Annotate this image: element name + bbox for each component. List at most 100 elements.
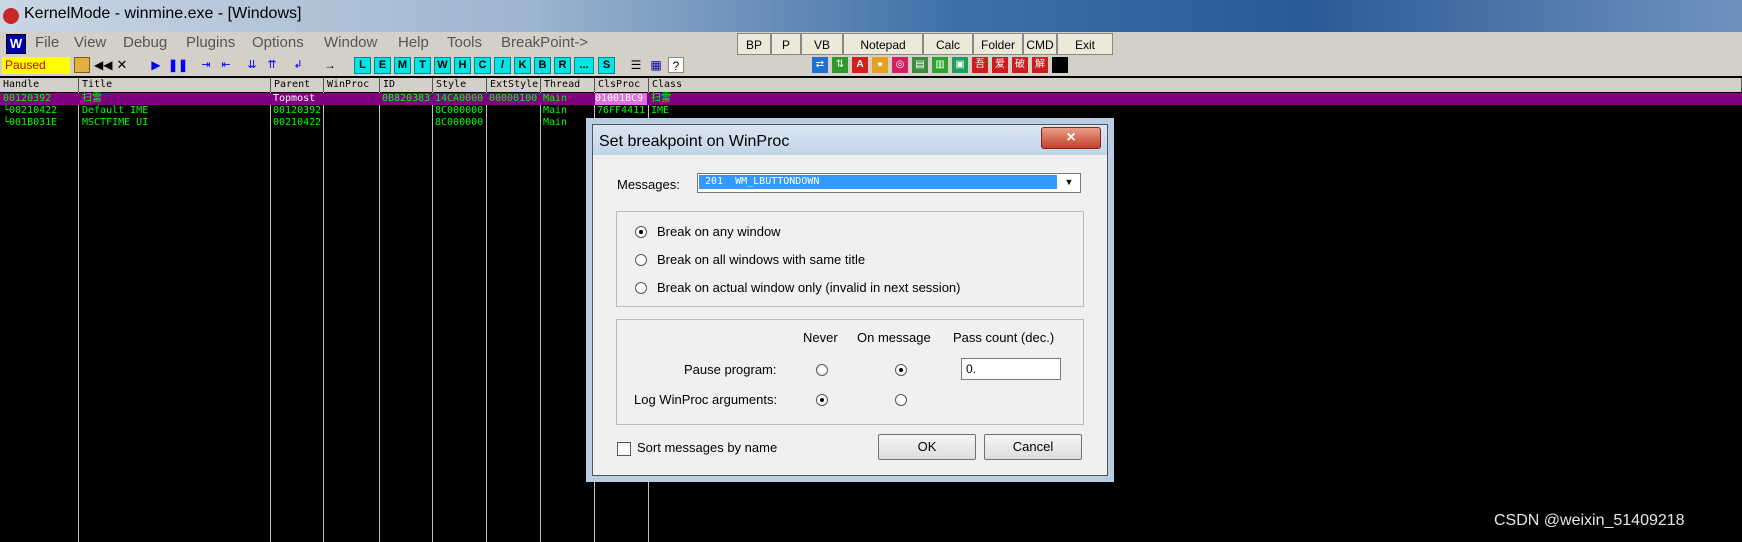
table-row-selected[interactable]: 00120392 扫雷 Topmost 0B820383 14CA0000 00… — [0, 93, 1742, 105]
status-indicator: Paused — [2, 57, 70, 74]
col-style-header[interactable]: Style — [433, 78, 487, 92]
call-stack-button[interactable]: K — [514, 57, 531, 74]
trace-into-icon[interactable]: ⇊ — [244, 57, 260, 73]
cmd-button[interactable]: CMD — [1023, 33, 1057, 55]
memory-map-button[interactable]: M — [394, 57, 411, 74]
rewind-icon[interactable]: ◀◀ — [94, 57, 112, 73]
help-icon[interactable]: ? — [668, 57, 684, 73]
col-title-header[interactable]: Title — [79, 78, 271, 92]
radio-actual-window[interactable] — [635, 282, 647, 294]
calc-button[interactable]: Calc — [923, 33, 973, 55]
trace-over-icon[interactable]: ⇈ — [264, 57, 280, 73]
messages-select[interactable]: 201 WM_LBUTTONDOWN ▼ — [697, 173, 1081, 193]
bp-button[interactable]: BP — [737, 33, 771, 55]
breakpoints-button[interactable]: B — [534, 57, 551, 74]
sort-icon[interactable]: ⇅ — [832, 57, 848, 73]
patches-button[interactable]: / — [494, 57, 511, 74]
target-icon[interactable]: ◎ — [892, 57, 908, 73]
calculator-icon[interactable]: ▤ — [912, 57, 928, 73]
log-on-message-radio[interactable] — [895, 394, 907, 406]
stop-icon[interactable]: ● — [872, 57, 888, 73]
windows-button[interactable]: W — [434, 57, 451, 74]
po-icon[interactable]: 破 — [1012, 57, 1028, 73]
col-id-header[interactable]: ID — [380, 78, 433, 92]
black-square-icon[interactable] — [1052, 57, 1068, 73]
menu-file[interactable]: File — [35, 34, 59, 51]
pause-on-message-radio[interactable] — [895, 364, 907, 376]
grid-icon[interactable]: ▦ — [648, 57, 664, 73]
ai-icon[interactable]: 爱 — [992, 57, 1008, 73]
a-icon[interactable]: A — [852, 57, 868, 73]
cell-class: IME — [651, 105, 670, 116]
col-clsproc-header[interactable]: ClsProc — [595, 78, 649, 92]
cancel-button[interactable]: Cancel — [984, 434, 1082, 460]
log-never-radio[interactable] — [816, 394, 828, 406]
wu-icon[interactable]: 吾 — [972, 57, 988, 73]
references-button[interactable]: R — [554, 57, 571, 74]
p-button[interactable]: P — [771, 33, 801, 55]
menu-tools[interactable]: Tools — [447, 34, 482, 51]
col-class-header[interactable]: Class — [649, 78, 1742, 92]
threads-button[interactable]: T — [414, 57, 431, 74]
radio-actual-window-label: Break on actual window only (invalid in … — [657, 280, 961, 295]
title-bar: KernelMode - winmine.exe - [Windows] — [0, 0, 1742, 32]
handles-button[interactable]: H — [454, 57, 471, 74]
menu-window[interactable]: Window — [324, 34, 377, 51]
col-winproc-header[interactable]: WinProc — [324, 78, 380, 92]
dialog-title: Set breakpoint on WinProc — [599, 133, 790, 150]
close-icon[interactable]: ✕ — [114, 57, 130, 73]
step-into-icon[interactable]: ⇥ — [198, 57, 214, 73]
vb-button[interactable]: VB — [801, 33, 843, 55]
panel-icon[interactable]: ▣ — [952, 57, 968, 73]
step-over-icon[interactable]: ⇤ — [218, 57, 234, 73]
table-icon[interactable]: ▥ — [932, 57, 948, 73]
list-icon[interactable]: ☰ — [628, 57, 644, 73]
cell-handle: └00210422 — [3, 105, 58, 116]
run-trace-button[interactable]: ... — [574, 57, 594, 74]
messages-label: Messages: — [617, 177, 680, 192]
column-divider — [323, 92, 324, 542]
notepad-button[interactable]: Notepad — [843, 33, 923, 55]
sort-messages-checkbox[interactable] — [617, 442, 631, 456]
log-button[interactable]: L — [354, 57, 371, 74]
col-thread-header[interactable]: Thread — [541, 78, 595, 92]
menu-plugins[interactable]: Plugins — [186, 34, 235, 51]
pause-never-radio[interactable] — [816, 364, 828, 376]
cpu-button[interactable]: C — [474, 57, 491, 74]
folder-button[interactable]: Folder — [973, 33, 1023, 55]
pass-count-input[interactable]: 0. — [961, 358, 1061, 380]
ok-button[interactable]: OK — [878, 434, 976, 460]
menu-debug[interactable]: Debug — [123, 34, 167, 51]
source-button[interactable]: S — [598, 57, 615, 74]
open-folder-icon[interactable] — [74, 57, 90, 73]
menu-view[interactable]: View — [74, 34, 106, 51]
table-row[interactable]: └00210422 Default IME 00120392 8C000000 … — [0, 105, 1742, 117]
radio-same-title[interactable] — [635, 254, 647, 266]
column-divider — [270, 92, 271, 542]
menu-app-icon[interactable]: W — [6, 34, 26, 54]
col-handle-header[interactable]: Handle — [0, 78, 79, 92]
go-to-icon[interactable]: → — [322, 57, 338, 73]
pass-count-column-label: Pass count (dec.) — [953, 330, 1055, 345]
radio-any-window[interactable] — [635, 226, 647, 238]
chevron-down-icon[interactable]: ▼ — [1060, 175, 1078, 189]
scope-group: Break on any window Break on all windows… — [616, 211, 1084, 307]
run-icon[interactable]: ▶ — [148, 57, 164, 73]
messages-selected-value: 201 WM_LBUTTONDOWN — [699, 175, 1057, 189]
cell-title: MSCTFIME UI — [82, 117, 149, 128]
refresh-icon[interactable]: ⇄ — [812, 57, 828, 73]
column-divider — [540, 92, 541, 542]
execute-till-return-icon[interactable]: ↲ — [290, 57, 306, 73]
menu-help[interactable]: Help — [398, 34, 429, 51]
col-extstyle-header[interactable]: ExtStyle — [487, 78, 541, 92]
dialog-close-button[interactable]: × — [1041, 127, 1101, 149]
cell-clsproc: 01001BC9 — [595, 93, 647, 105]
pause-icon[interactable]: ❚❚ — [168, 57, 188, 73]
column-divider — [432, 92, 433, 542]
jie-icon[interactable]: 解 — [1032, 57, 1048, 73]
menu-breakpoint[interactable]: BreakPoint-> — [501, 34, 588, 51]
col-parent-header[interactable]: Parent — [271, 78, 324, 92]
menu-options[interactable]: Options — [252, 34, 304, 51]
exit-button[interactable]: Exit — [1057, 33, 1113, 55]
executable-modules-button[interactable]: E — [374, 57, 391, 74]
